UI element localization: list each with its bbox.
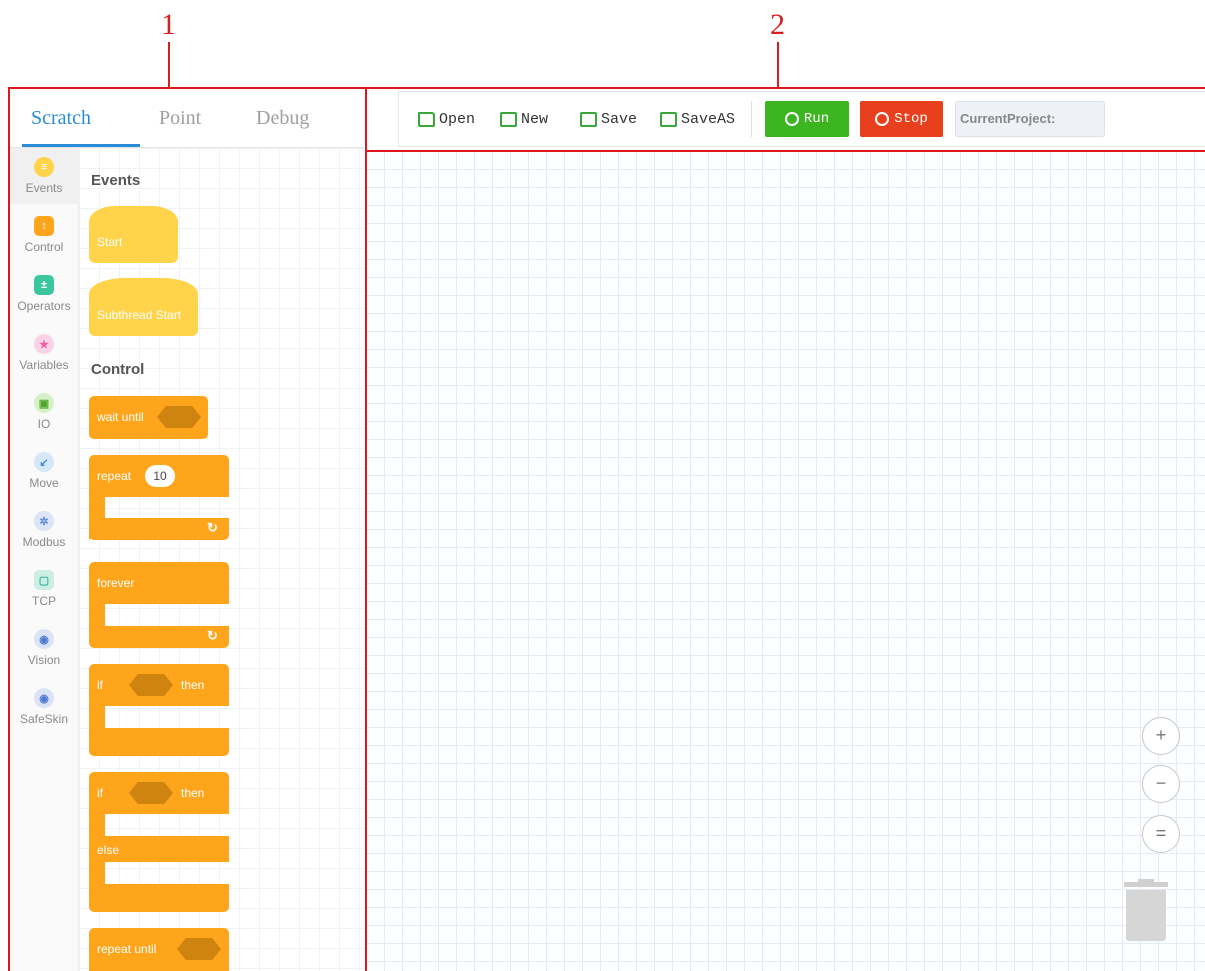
annotation-1: 1 [161,8,176,41]
annotation-1-line [168,42,170,88]
annotation-frame-canvas [365,150,1205,971]
annotation-2: 2 [770,8,785,41]
annotation-2-line [777,42,779,88]
annotation-frame-toolbar [365,87,1205,152]
annotation-frame-left [8,87,367,971]
